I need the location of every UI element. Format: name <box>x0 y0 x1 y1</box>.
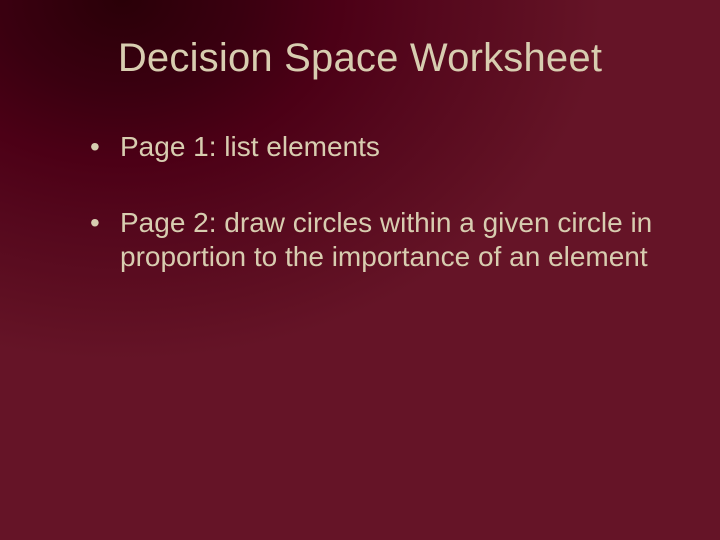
list-item: Page 1: list elements <box>90 130 660 164</box>
slide-body: Page 1: list elements Page 2: draw circl… <box>90 130 660 316</box>
slide-title: Decision Space Worksheet <box>0 36 720 81</box>
bullet-text: Page 2: draw circles within a given circ… <box>120 207 652 272</box>
slide: Decision Space Worksheet Page 1: list el… <box>0 0 720 540</box>
bullet-text: Page 1: list elements <box>120 131 380 162</box>
bullet-list: Page 1: list elements Page 2: draw circl… <box>90 130 660 274</box>
list-item: Page 2: draw circles within a given circ… <box>90 206 660 274</box>
